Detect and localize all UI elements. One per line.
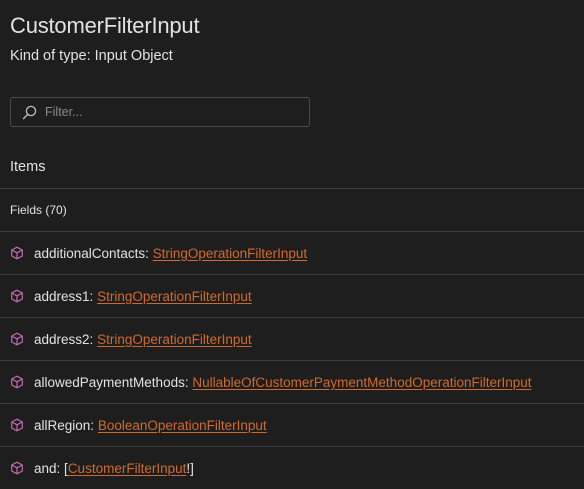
field-separator: : <box>89 331 98 347</box>
cube-icon <box>10 332 34 346</box>
field-name: address2 <box>34 331 90 347</box>
field-row: address1: StringOperationFilterInput <box>0 274 584 317</box>
field-type-link[interactable]: NullableOfCustomerPaymentMethodOperation… <box>192 375 531 390</box>
field-type-link[interactable]: StringOperationFilterInput <box>97 332 252 347</box>
field-name: allRegion <box>34 417 91 433</box>
field-separator: : <box>90 417 98 433</box>
field-type-link[interactable]: StringOperationFilterInput <box>97 289 252 304</box>
field-row: additionalContacts: StringOperationFilte… <box>0 231 584 274</box>
kind-of-type-label: Kind of type: Input Object <box>10 48 173 64</box>
search-icon <box>22 105 37 119</box>
field-name: address1 <box>34 288 90 304</box>
field-row: address2: StringOperationFilterInput <box>0 317 584 360</box>
fields-count-label: Fields (70) <box>10 203 67 217</box>
cube-icon <box>10 289 34 303</box>
field-type-link[interactable]: CustomerFilterInput <box>68 461 187 476</box>
filter-input[interactable] <box>45 105 285 119</box>
cube-icon <box>10 375 34 389</box>
cube-icon <box>10 418 34 432</box>
field-type-link[interactable]: StringOperationFilterInput <box>153 246 308 261</box>
field-type-link[interactable]: BooleanOperationFilterInput <box>98 418 267 433</box>
cube-icon <box>10 246 34 260</box>
page-title: CustomerFilterInput <box>10 13 200 38</box>
field-separator: : <box>56 460 65 476</box>
field-separator: : <box>145 245 153 261</box>
field-name: additionalContacts <box>34 245 146 261</box>
field-name: allowedPaymentMethods <box>34 374 185 390</box>
fields-list: Fields (70) additionalContacts: StringOp… <box>0 188 584 489</box>
fields-count-header: Fields (70) <box>0 188 584 231</box>
field-separator: : <box>184 374 193 390</box>
filter-box[interactable] <box>10 97 310 127</box>
field-separator: : <box>89 288 98 304</box>
field-row: and: [CustomerFilterInput!] <box>0 446 584 489</box>
cube-icon <box>10 461 34 475</box>
field-row: allowedPaymentMethods: NullableOfCustome… <box>0 360 584 403</box>
type-suffix: !] <box>186 460 194 476</box>
field-name: and <box>34 460 57 476</box>
type-detail-page: CustomerFilterInput Kind of type: Input … <box>0 0 584 489</box>
field-row: allRegion: BooleanOperationFilterInput <box>0 403 584 446</box>
items-heading: Items <box>10 159 46 175</box>
